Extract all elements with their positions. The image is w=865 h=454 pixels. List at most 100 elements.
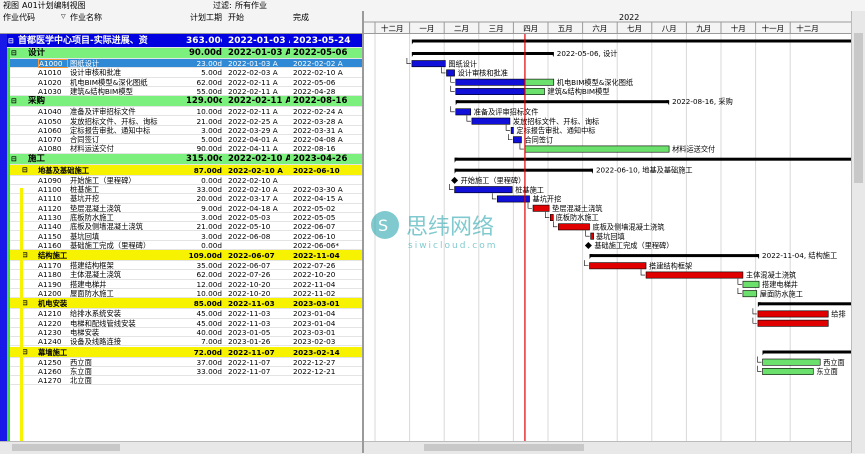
- activity-bar-critical[interactable]: [645, 271, 744, 279]
- scroll-thumb[interactable]: [12, 444, 120, 451]
- col-header-fin[interactable]: 完成: [293, 12, 309, 23]
- activity-bar[interactable]: [513, 136, 522, 144]
- table-row[interactable]: A1110 基坑开挖 20.00d 2022-03-17 A 2022-04-15 A: [0, 194, 362, 204]
- activity-start: 2023-01-26: [228, 337, 271, 347]
- activity-duration: 12.00d: [196, 279, 222, 289]
- scroll-thumb[interactable]: [424, 444, 584, 451]
- activity-bar-critical[interactable]: [757, 310, 829, 318]
- summary-bar[interactable]: [762, 350, 851, 354]
- activity-id: A1190: [38, 279, 62, 289]
- table-row[interactable]: A1190 搭建电梯井 12.00d 2022-10-20 2022-11-04: [0, 280, 362, 289]
- table-row[interactable]: A1010 设计审核和批准 5.00d 2022-02-03 A 2022-02-10 …: [0, 68, 362, 78]
- activity-bar[interactable]: [454, 186, 513, 194]
- table-row[interactable]: A1030 建筑&结构BIM模型 55.00d 2022-02-11 A 2022-04…: [0, 87, 362, 97]
- activity-name: 屋面防水施工: [70, 289, 114, 298]
- summary-bar[interactable]: [454, 157, 851, 161]
- table-row[interactable]: A1260 东立面 33.00d 2022-11-07 2022-12-21: [0, 367, 362, 377]
- table-row[interactable]: A1160 基础施工完成（里程碑） 0.00d 2022-06-06*: [0, 241, 362, 251]
- table-row[interactable]: A1050 发放招标文件、开标、询标 21.00d 2022-02-25 A 2022-…: [0, 117, 362, 126]
- collapse-icon[interactable]: ⊟: [11, 154, 17, 165]
- collapse-icon[interactable]: ⊟: [22, 165, 28, 176]
- wbs-row[interactable]: ⊟ 地基及基础施工 87.00d 2022-02-10 A 2022-06-10: [0, 164, 362, 176]
- table-row[interactable]: A1020 机电BIM模型&深化图纸 62.00d 2022-02-11 A 2022-…: [0, 78, 362, 87]
- col-header-dur[interactable]: 计划工期: [190, 12, 222, 23]
- milestone-marker[interactable]: [451, 176, 459, 184]
- wbs-row[interactable]: ⊟ 机电安装 85.00d 2022-11-03 2023-03-01: [0, 298, 362, 310]
- activity-bar[interactable]: [762, 358, 821, 366]
- table-row[interactable]: A1250 西立面 37.00d 2022-11-07 2022-12-27: [0, 358, 362, 367]
- activity-bar[interactable]: [742, 290, 758, 298]
- table-row[interactable]: A1220 电梯和配线管线安装 45.00d 2022-11-03 2023-01-04: [0, 319, 362, 328]
- table-row[interactable]: A1180 主体混凝土浇筑 62.00d 2022-07-26 2022-10-20: [0, 270, 362, 280]
- activity-finish: 2022-06-10: [293, 231, 336, 241]
- filter-value[interactable]: 所有作业: [235, 0, 267, 11]
- summary-bar[interactable]: [455, 100, 670, 104]
- col-header-start[interactable]: 开始: [228, 12, 244, 23]
- summary-bar[interactable]: [589, 254, 760, 258]
- project-row[interactable]: ⊟ 首都医学中心项目-实际进展、资 363.00d 2022-01-03 A2023-…: [0, 34, 362, 48]
- activity-bar[interactable]: [742, 280, 760, 288]
- table-row[interactable]: A1090 开始施工（里程碑） 0.00d 2022-02-10 A: [0, 176, 362, 185]
- collapse-icon[interactable]: ⊟: [8, 34, 14, 48]
- activity-bar[interactable]: [455, 108, 472, 116]
- table-row[interactable]: A1060 定标报告审批、通知中标 3.00d 2022-03-29 A 2022-03…: [0, 126, 362, 136]
- activity-id: A1050: [38, 116, 62, 126]
- collapse-icon[interactable]: ⊟: [11, 96, 17, 107]
- wbs-row[interactable]: ⊟ 采购 129.00d 2022-02-11 A 2022-08-16: [0, 96, 362, 108]
- table-row[interactable]: A1200 屋面防水施工 10.00d 2022-10-20 2022-11-02: [0, 289, 362, 299]
- table-row[interactable]: A1240 设备及线路连接 7.00d 2023-01-26 2023-02-03: [0, 337, 362, 347]
- activity-bar-remaining[interactable]: [524, 78, 555, 86]
- table-row[interactable]: A1150 基坑回填 3.00d 2022-06-08 2022-06-10: [0, 232, 362, 241]
- table-row[interactable]: A1270 北立面: [0, 376, 362, 386]
- sort-icon[interactable]: ▽: [61, 13, 66, 20]
- activity-bar-actual[interactable]: [455, 88, 526, 96]
- activity-id: A1180: [38, 270, 62, 280]
- activity-bar[interactable]: [524, 145, 670, 153]
- summary-bar[interactable]: [411, 39, 851, 43]
- table-row[interactable]: A1140 底板及侧墙混凝土浇筑 21.00d 2022-05-10 2022-06-0…: [0, 222, 362, 232]
- table-row[interactable]: A1100 桩基施工 33.00d 2022-02-10 A 2022-03-30 A: [0, 185, 362, 195]
- activity-bar-critical[interactable]: [558, 223, 590, 231]
- table-row[interactable]: A1040 准备及评审招标文件 10.00d 2022-02-11 A 2022-02-…: [0, 107, 362, 117]
- activity-bar-remaining[interactable]: [524, 88, 545, 96]
- vertical-scrollbar[interactable]: [851, 11, 865, 453]
- milestone-label[interactable]: 开始施工（里程碑）: [461, 176, 526, 185]
- table-row[interactable]: A1210 给排水系统安装 45.00d 2022-11-03 2023-01-04: [0, 309, 362, 319]
- activity-bar[interactable]: [411, 60, 446, 68]
- activity-bar[interactable]: [510, 127, 514, 134]
- activity-bar-critical[interactable]: [589, 262, 647, 270]
- collapse-icon[interactable]: ⊟: [11, 48, 17, 59]
- activity-bar-actual[interactable]: [455, 78, 526, 86]
- grid-horizontal-scrollbar[interactable]: [0, 441, 362, 454]
- scroll-thumb[interactable]: [854, 33, 863, 183]
- table-row[interactable]: A1230 电梯安装 40.00d 2023-01-05 2023-03-01: [0, 328, 362, 338]
- summary-bar[interactable]: [757, 302, 851, 306]
- activity-bar[interactable]: [446, 69, 455, 77]
- wbs-row[interactable]: ⊟ 幕墙施工 72.00d 2022-11-07 2023-02-14: [0, 346, 362, 358]
- table-row[interactable]: A1130 底板防水施工 3.00d 2022-05-03 2022-05-05: [0, 213, 362, 223]
- milestone-label[interactable]: 基础施工完成（里程碑）: [594, 241, 673, 250]
- activity-bar[interactable]: [762, 367, 814, 375]
- activity-bar-critical[interactable]: [757, 319, 829, 327]
- activity-bar-critical[interactable]: [550, 214, 554, 221]
- activity-bar[interactable]: [471, 117, 511, 125]
- activity-bar-critical[interactable]: [590, 232, 594, 240]
- col-header-id[interactable]: 作业代码: [3, 12, 35, 23]
- activity-id: A1220: [38, 318, 62, 328]
- summary-label: 2022-08-16, 采购: [672, 97, 733, 106]
- summary-bar[interactable]: [454, 168, 593, 172]
- table-row[interactable]: A1080 材料运送交付 90.00d 2022-04-11 A 2022-08-16: [0, 144, 362, 154]
- table-row[interactable]: A1170 搭建结构框架 35.00d 2022-06-07 2022-07-26: [0, 261, 362, 271]
- wbs-row[interactable]: ⊟ 施工 315.00d 2022-02-10 A 2023-04-26: [0, 153, 362, 165]
- milestone-marker[interactable]: [584, 241, 592, 249]
- table-row[interactable]: A1000 图纸设计 23.00d 2022-01-03 A 2022-02-02 A: [0, 59, 362, 69]
- table-row[interactable]: A1070 合同签订 5.00d 2022-04-01 A 2022-04-08 A: [0, 135, 362, 145]
- summary-bar[interactable]: [411, 52, 554, 55]
- view-name[interactable]: A01计划编制视图: [22, 0, 86, 11]
- chart-horizontal-scrollbar[interactable]: [364, 441, 851, 454]
- col-header-name[interactable]: 作业名称: [70, 12, 102, 23]
- wbs-row[interactable]: ⊟ 设计 90.00d 2022-01-03 A 2022-05-06: [0, 48, 362, 59]
- activity-bar-critical[interactable]: [532, 204, 550, 212]
- wbs-row[interactable]: ⊟ 结构施工 109.00d 2022-06-07 2022-11-04: [0, 250, 362, 262]
- table-row[interactable]: A1120 垫层混凝土浇筑 9.00d 2022-04-18 A 2022-05-02: [0, 204, 362, 213]
